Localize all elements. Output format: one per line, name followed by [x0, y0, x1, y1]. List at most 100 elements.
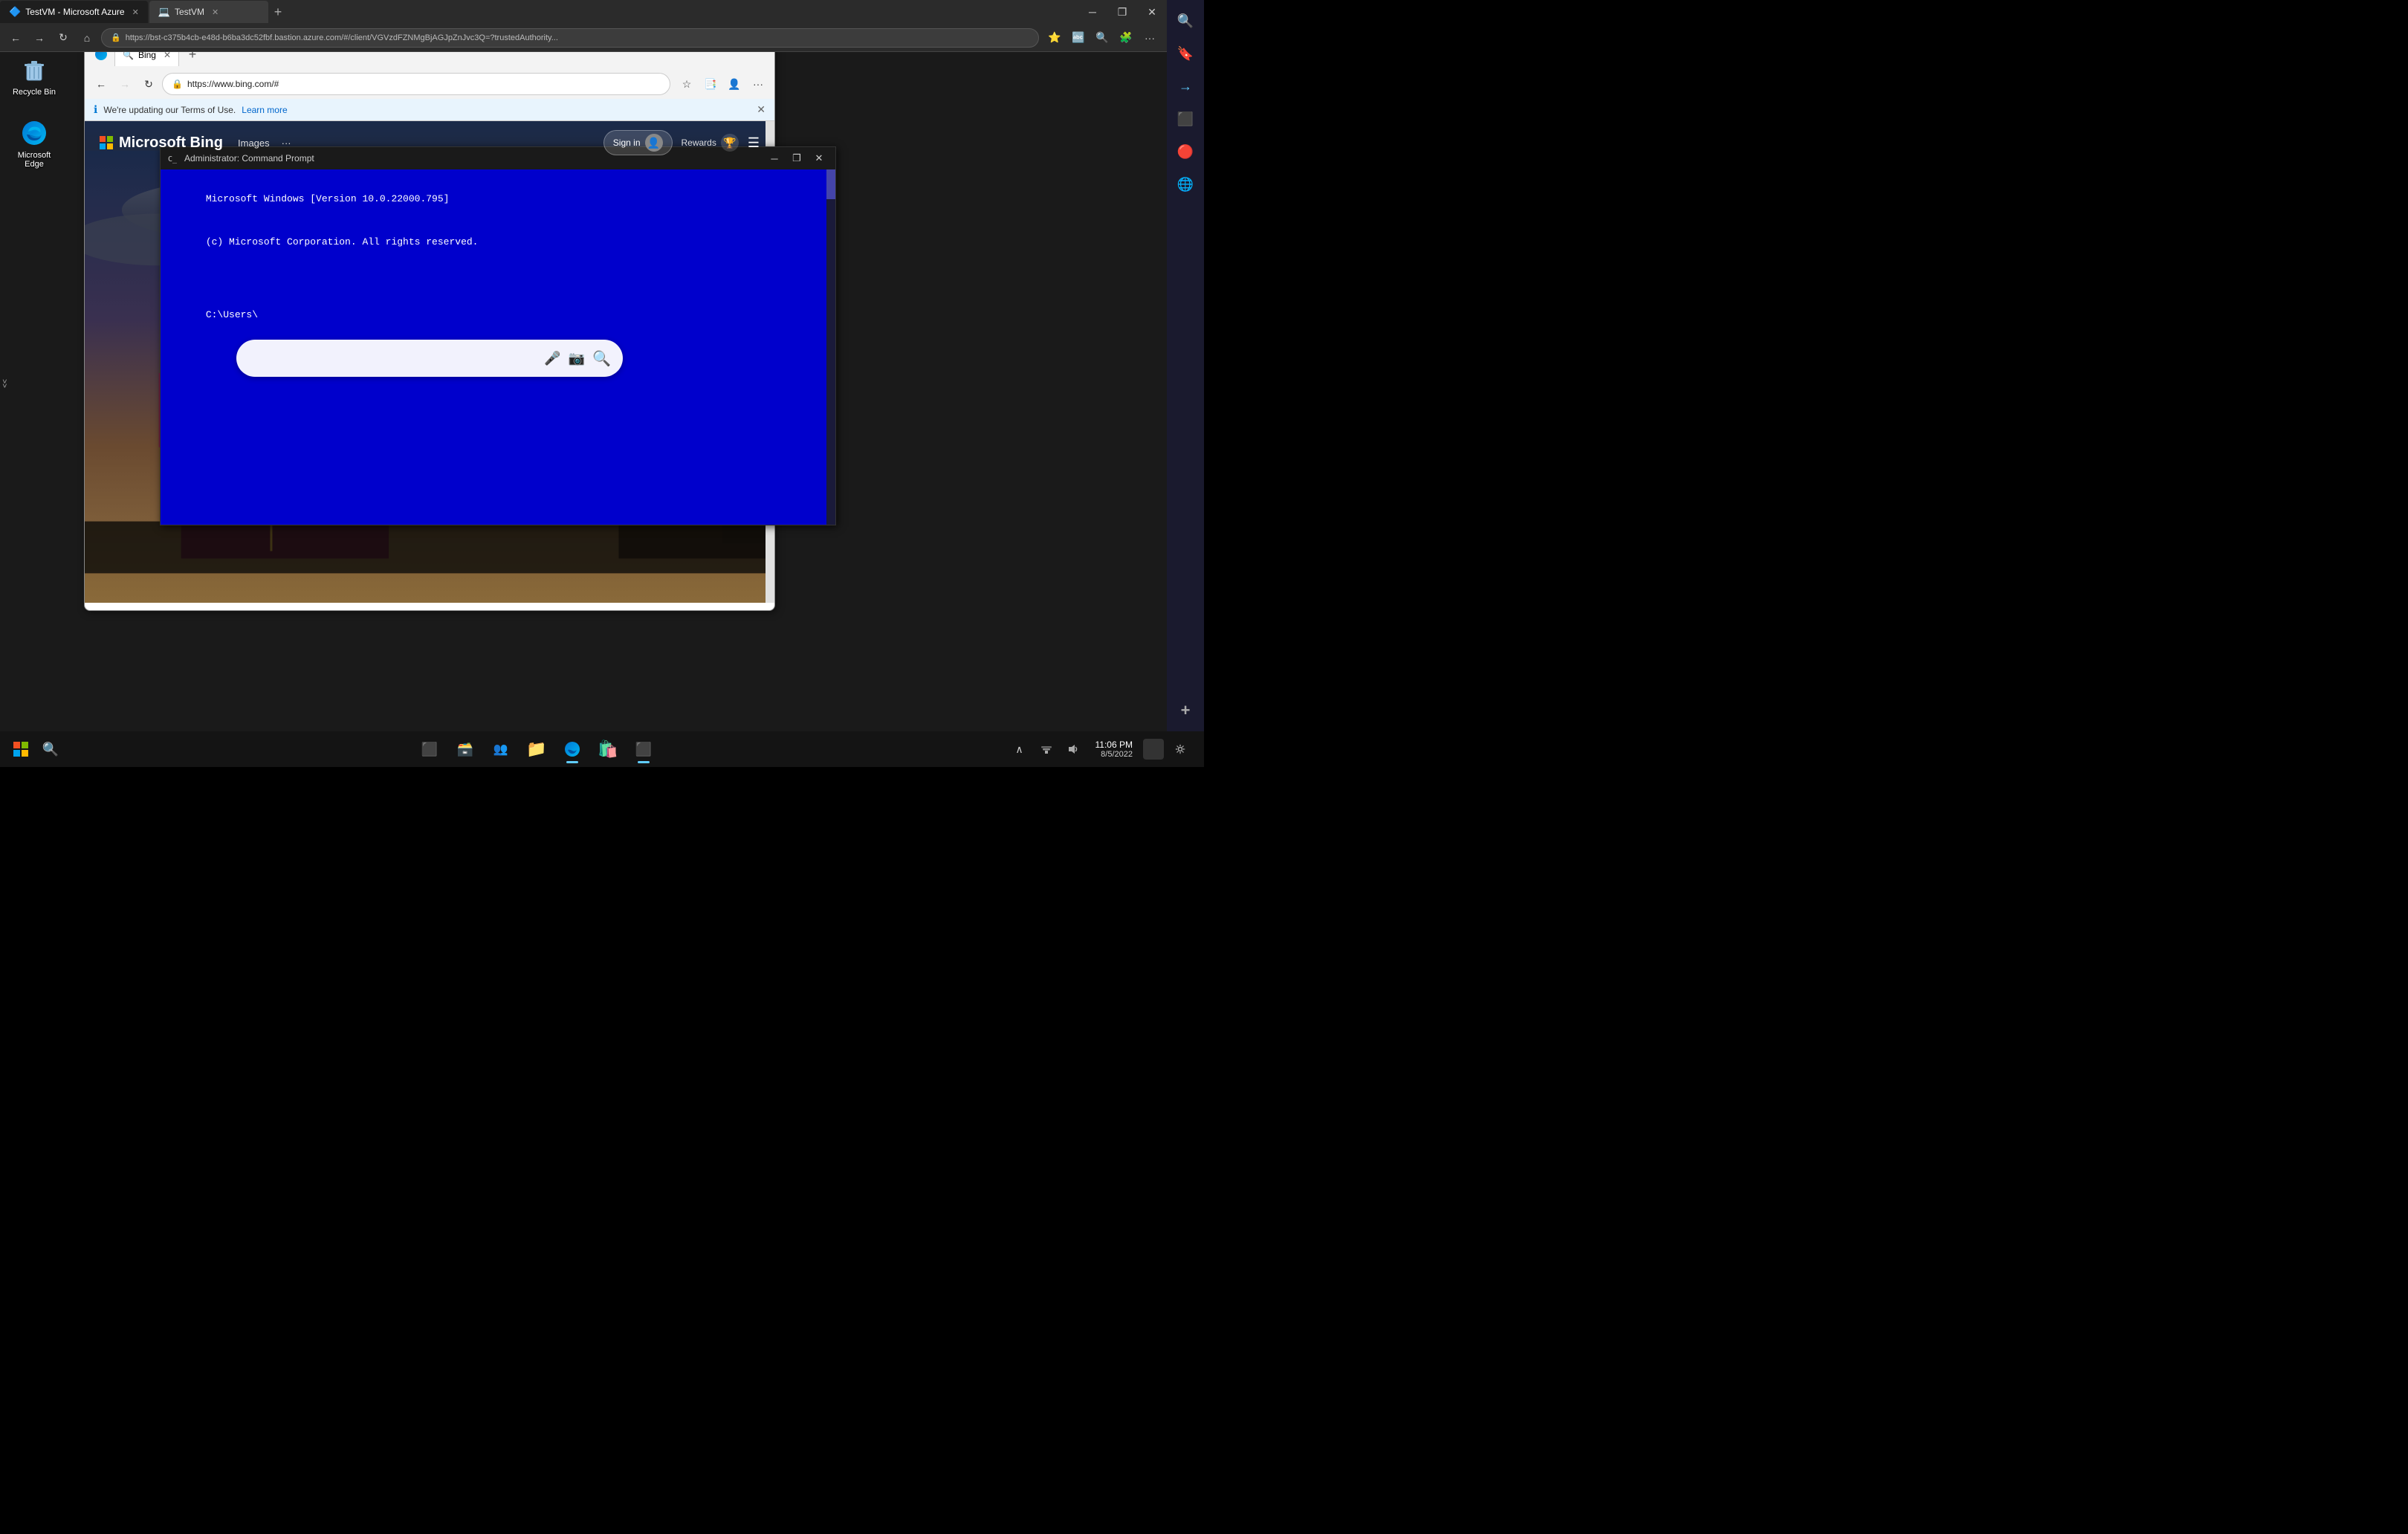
browser-nav-bar: ← → ↻ 🔒 https://www.bing.com/# ☆ 📑 👤 ···: [85, 69, 774, 99]
taskbar: 🔍 ⬛ 🗃️ 👥 📁: [0, 731, 1204, 767]
outer-home-button[interactable]: ⌂: [77, 28, 97, 48]
bing-search-input[interactable]: [248, 352, 537, 364]
bing-nav-right: Sign in 👤 Rewards 🏆 ☰: [603, 130, 760, 155]
outer-forward-button[interactable]: →: [30, 28, 49, 48]
taskbar-search-button[interactable]: 🔍: [36, 734, 65, 764]
tab-label-azure: TestVM - Microsoft Azure: [25, 7, 124, 17]
cmd-line1: Microsoft Windows [Version 10.0.22000.79…: [206, 193, 450, 204]
bing-camera-icon[interactable]: 📷: [569, 351, 585, 366]
zoom-icon[interactable]: 🔍: [1091, 28, 1113, 48]
recycle-bin-label: Recycle Bin: [13, 88, 56, 97]
cmd-line4: C:\Users\: [206, 309, 258, 320]
bing-sq-green: [107, 136, 113, 142]
sidebar-apps-button[interactable]: ⬛: [1171, 104, 1200, 134]
favorites-icon[interactable]: ☆: [676, 74, 697, 94]
outer-url-bar[interactable]: 🔒 https://bst-c375b4cb-e48d-b6ba3dc52fbf…: [101, 28, 1039, 48]
taskbar-clock[interactable]: 11:06 PM 8/5/2022: [1090, 738, 1139, 760]
maximize-button[interactable]: ❐: [1107, 1, 1137, 23]
start-icon-svg: [13, 741, 29, 757]
start-button[interactable]: [6, 734, 36, 764]
cmd-maximize-button[interactable]: ❐: [786, 150, 807, 166]
tab-close-azure[interactable]: ✕: [132, 7, 139, 17]
tab-testvm[interactable]: 💻 TestVM ✕: [149, 1, 268, 23]
tab-label-testvm: TestVM: [175, 7, 204, 17]
clock-time: 11:06 PM: [1095, 740, 1133, 750]
learn-more-link[interactable]: Learn more: [242, 105, 287, 115]
edge-svg: [21, 120, 48, 146]
outer-url-text: https://bst-c375b4cb-e48d-b6ba3dc52fbf.b…: [126, 33, 1029, 42]
notification-text: We're updating our Terms of Use.: [103, 105, 236, 115]
bing-nav-more[interactable]: ···: [282, 137, 291, 149]
back-button[interactable]: ←: [91, 74, 111, 94]
sidebar-add-button[interactable]: +: [1171, 696, 1200, 725]
sign-in-button[interactable]: Sign in 👤: [603, 130, 673, 155]
more-tools-icon[interactable]: ···: [1139, 28, 1161, 48]
taskbar-app-store[interactable]: 🛍️: [592, 733, 624, 766]
taskbar-app-teams[interactable]: 👥: [485, 733, 517, 766]
bing-search-icon[interactable]: 🔍: [592, 349, 611, 368]
desktop-icon-edge[interactable]: Microsoft Edge: [4, 115, 64, 172]
bing-sq-red: [100, 136, 106, 142]
bing-searchbox[interactable]: 🎤 📷 🔍: [236, 340, 623, 377]
forward-button[interactable]: →: [114, 74, 135, 94]
systray: ∧: [1008, 737, 1085, 761]
sidebar-search-button[interactable]: 🔍: [1171, 6, 1200, 36]
signin-avatar: 👤: [645, 134, 663, 152]
bing-sq-yellow: [107, 143, 113, 149]
edge-label: Microsoft Edge: [7, 151, 61, 169]
more-actions-icon[interactable]: ···: [748, 74, 768, 94]
clock-date: 8/5/2022: [1095, 750, 1133, 759]
edge-icon: [19, 118, 49, 148]
rewards-button[interactable]: Rewards 🏆: [682, 134, 739, 152]
bing-nav: Images ···: [238, 137, 291, 149]
favorites-icon-outer[interactable]: ⭐: [1043, 28, 1066, 48]
widgets-icon: 🗃️: [457, 742, 473, 757]
cmd-line2: (c) Microsoft Corporation. All rights re…: [206, 236, 479, 247]
tab-testvm-azure[interactable]: 🔷 TestVM - Microsoft Azure ✕: [0, 1, 148, 23]
user-profile-icon[interactable]: 👤: [724, 74, 745, 94]
cmd-window: C_ Administrator: Command Prompt ─ ❐ ✕ M…: [160, 146, 836, 525]
refresh-button[interactable]: ↻: [138, 74, 159, 94]
taskbar-app-taskview[interactable]: ⬛: [413, 733, 446, 766]
sidebar-edge-button[interactable]: 🌐: [1171, 169, 1200, 199]
taskbar-app-file-manager[interactable]: 📁: [520, 733, 553, 766]
new-tab-button[interactable]: +: [268, 4, 288, 20]
desktop-icon-recycle-bin[interactable]: Recycle Bin: [4, 52, 64, 100]
outer-back-button[interactable]: ←: [6, 28, 25, 48]
url-text: https://www.bing.com/#: [187, 79, 661, 89]
systray-chevron[interactable]: ∧: [1008, 737, 1032, 761]
hamburger-menu-icon[interactable]: ☰: [748, 135, 760, 151]
cmd-close-button[interactable]: ✕: [809, 150, 829, 166]
taskbar-app-edge[interactable]: [556, 733, 589, 766]
info-icon: ℹ: [94, 103, 97, 116]
taskbar-app-terminal[interactable]: ⬛: [627, 733, 660, 766]
tab-icon-testvm: 💻: [158, 6, 170, 18]
taskbar-app-widgets[interactable]: 🗃️: [449, 733, 482, 766]
volume-icon-svg: [1067, 743, 1079, 755]
extensions-icon[interactable]: 🧩: [1115, 28, 1137, 48]
bing-nav-images[interactable]: Images: [238, 137, 270, 149]
systray-volume-icon[interactable]: [1061, 737, 1085, 761]
tab-close-testvm[interactable]: ✕: [212, 7, 219, 17]
sidebar-bookmark-button[interactable]: 🔖: [1171, 39, 1200, 68]
notification-button[interactable]: [1143, 739, 1164, 760]
store-icon: 🛍️: [598, 740, 618, 759]
fav-collections-icon[interactable]: 📑: [700, 74, 721, 94]
edge-taskbar-icon: [564, 741, 580, 757]
settings-button[interactable]: [1168, 737, 1192, 761]
outer-refresh-button[interactable]: ↻: [54, 28, 73, 48]
minimize-button[interactable]: ─: [1078, 1, 1107, 23]
azure-sidebar: 🔍 🔖 → ⬛ 🔴 🌐 +: [1167, 0, 1204, 731]
url-bar[interactable]: 🔒 https://www.bing.com/#: [162, 73, 670, 95]
sidebar-navigate-button[interactable]: →: [1171, 71, 1200, 101]
cmd-scrollbar[interactable]: [826, 169, 835, 525]
systray-network-icon[interactable]: [1035, 737, 1058, 761]
read-aloud-icon[interactable]: 🔤: [1067, 28, 1090, 48]
close-button[interactable]: ✕: [1137, 1, 1167, 23]
bing-mic-icon[interactable]: 🎤: [544, 351, 560, 366]
teams-icon: 👥: [493, 742, 508, 757]
taskbar-show-btn[interactable]: >>: [0, 379, 8, 388]
sidebar-office-button[interactable]: 🔴: [1171, 137, 1200, 166]
notification-close-icon[interactable]: ✕: [757, 103, 766, 116]
rewards-text: Rewards: [682, 137, 716, 148]
